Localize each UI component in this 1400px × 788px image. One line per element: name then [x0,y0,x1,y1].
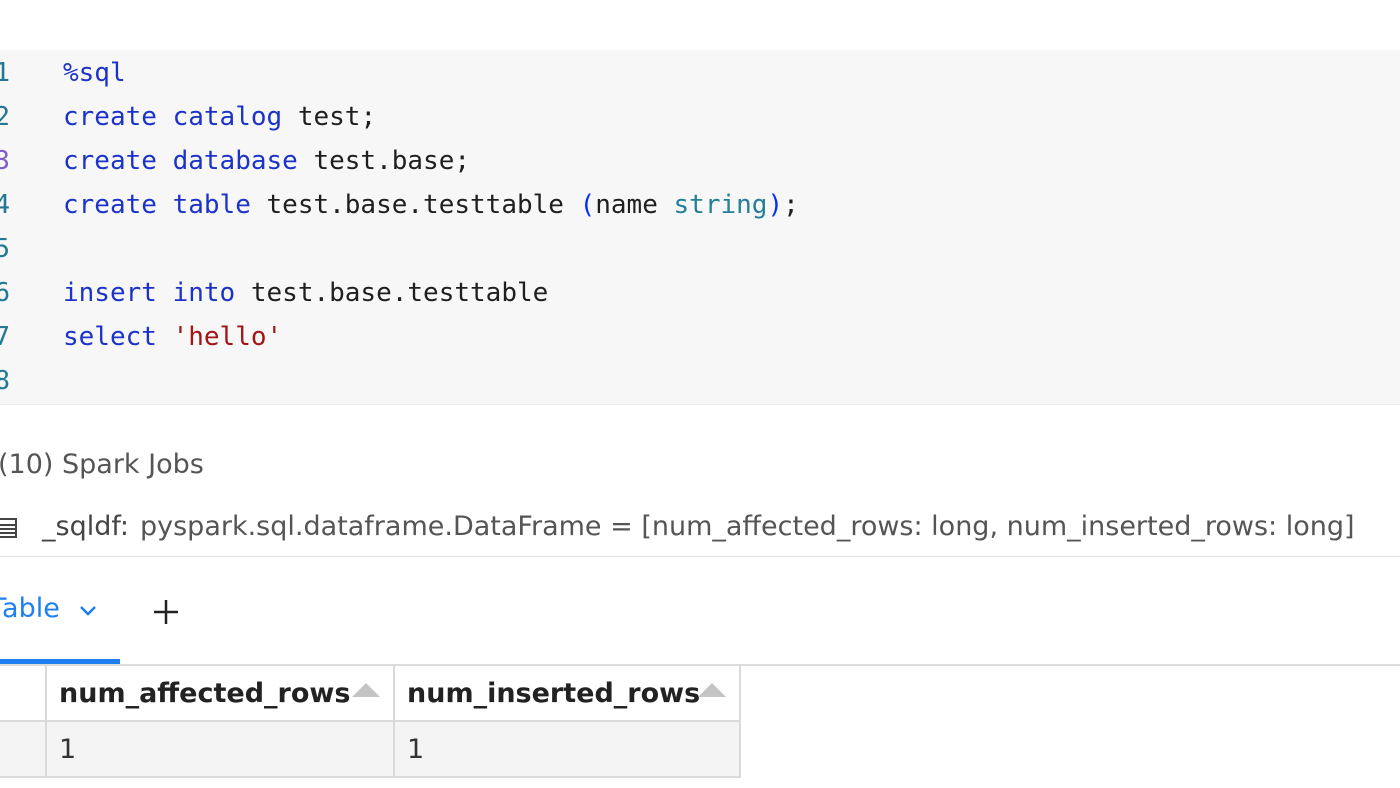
identifier: name [595,190,658,220]
column-header-num-inserted-rows[interactable]: num_inserted_rows [395,666,741,722]
dataframe-name: _sqldf: [42,511,129,542]
identifier: test.base [313,146,455,176]
code-text: create catalog test; [63,102,376,132]
spark-jobs-toggle[interactable]: (10) Spark Jobs [0,449,204,480]
keyword: into [172,278,236,308]
keyword: select [63,322,157,352]
code-text: select 'hello' [63,322,282,352]
column-header-label: num_inserted_rows [407,678,701,709]
punctuation: ) [767,190,784,220]
line-number: 3 [0,146,10,176]
code-line-7: 7 select 'hello' [0,322,1400,366]
keyword: create [63,146,157,176]
magic-command: %sql [63,58,126,88]
tab-table[interactable]: Table [0,585,120,665]
punctuation: ; [783,190,799,220]
dataframe-schema: pyspark.sql.dataframe.DataFrame = [num_a… [140,511,1355,542]
table-schema-icon[interactable] [0,516,18,540]
code-text: %sql [63,58,126,88]
line-number: 6 [0,278,10,308]
sort-ascending-icon[interactable] [697,682,727,698]
column-header-label: num_affected_rows [59,678,351,709]
column-header-num-affected-rows[interactable]: num_affected_rows [47,666,395,722]
code-line-4: 4 create table test.base.testtable (name… [0,190,1400,234]
keyword: insert [63,278,157,308]
code-text: create table test.base.testtable (name s… [63,190,799,220]
code-line-2: 2 create catalog test; [0,102,1400,146]
punctuation: ( [579,190,596,220]
table-cell[interactable]: 1 [395,722,741,778]
code-line-3: 3 create database test.base; [0,146,1400,190]
keyword: create [63,190,157,220]
keyword: create [63,102,157,132]
row-index-header [0,666,47,722]
divider [0,556,1400,557]
identifier: test.base.testtable [266,190,564,220]
keyword: table [172,190,251,220]
dataframe-info: _sqldf: pyspark.sql.dataframe.DataFrame … [0,510,1400,546]
cell-value: 1 [407,734,425,765]
identifier: test [297,102,361,132]
line-number: 4 [0,190,10,220]
row-index-cell [0,722,47,778]
code-line-5: 5 [0,234,1400,278]
code-line-8: 8 [0,366,1400,404]
line-number: 8 [0,366,10,396]
table-cell[interactable]: 1 [47,722,395,778]
keyword: catalog [172,102,283,132]
identifier: test.base.testtable [250,278,549,308]
keyword: database [172,146,298,176]
punctuation: ; [454,146,471,176]
code-line-1: 1 %sql [0,58,1400,102]
line-number: 5 [0,234,10,264]
tab-label: Table [0,593,60,624]
punctuation: ; [360,102,377,132]
line-number: 7 [0,322,10,352]
type-name: string [673,190,768,220]
code-text: create database test.base; [63,146,470,176]
code-editor[interactable]: 1 %sql 2 create catalog test; 3 create d… [0,50,1400,405]
string-literal: 'hello' [172,322,283,352]
chevron-down-icon[interactable] [77,603,99,619]
cell-value: 1 [59,734,77,765]
code-text: insert into test.base.testtable [63,278,548,308]
plus-icon[interactable] [150,596,182,628]
code-line-6: 6 insert into test.base.testtable [0,278,1400,322]
line-number: 2 [0,102,10,132]
sort-ascending-icon[interactable] [351,682,381,698]
line-number: 1 [0,58,10,88]
